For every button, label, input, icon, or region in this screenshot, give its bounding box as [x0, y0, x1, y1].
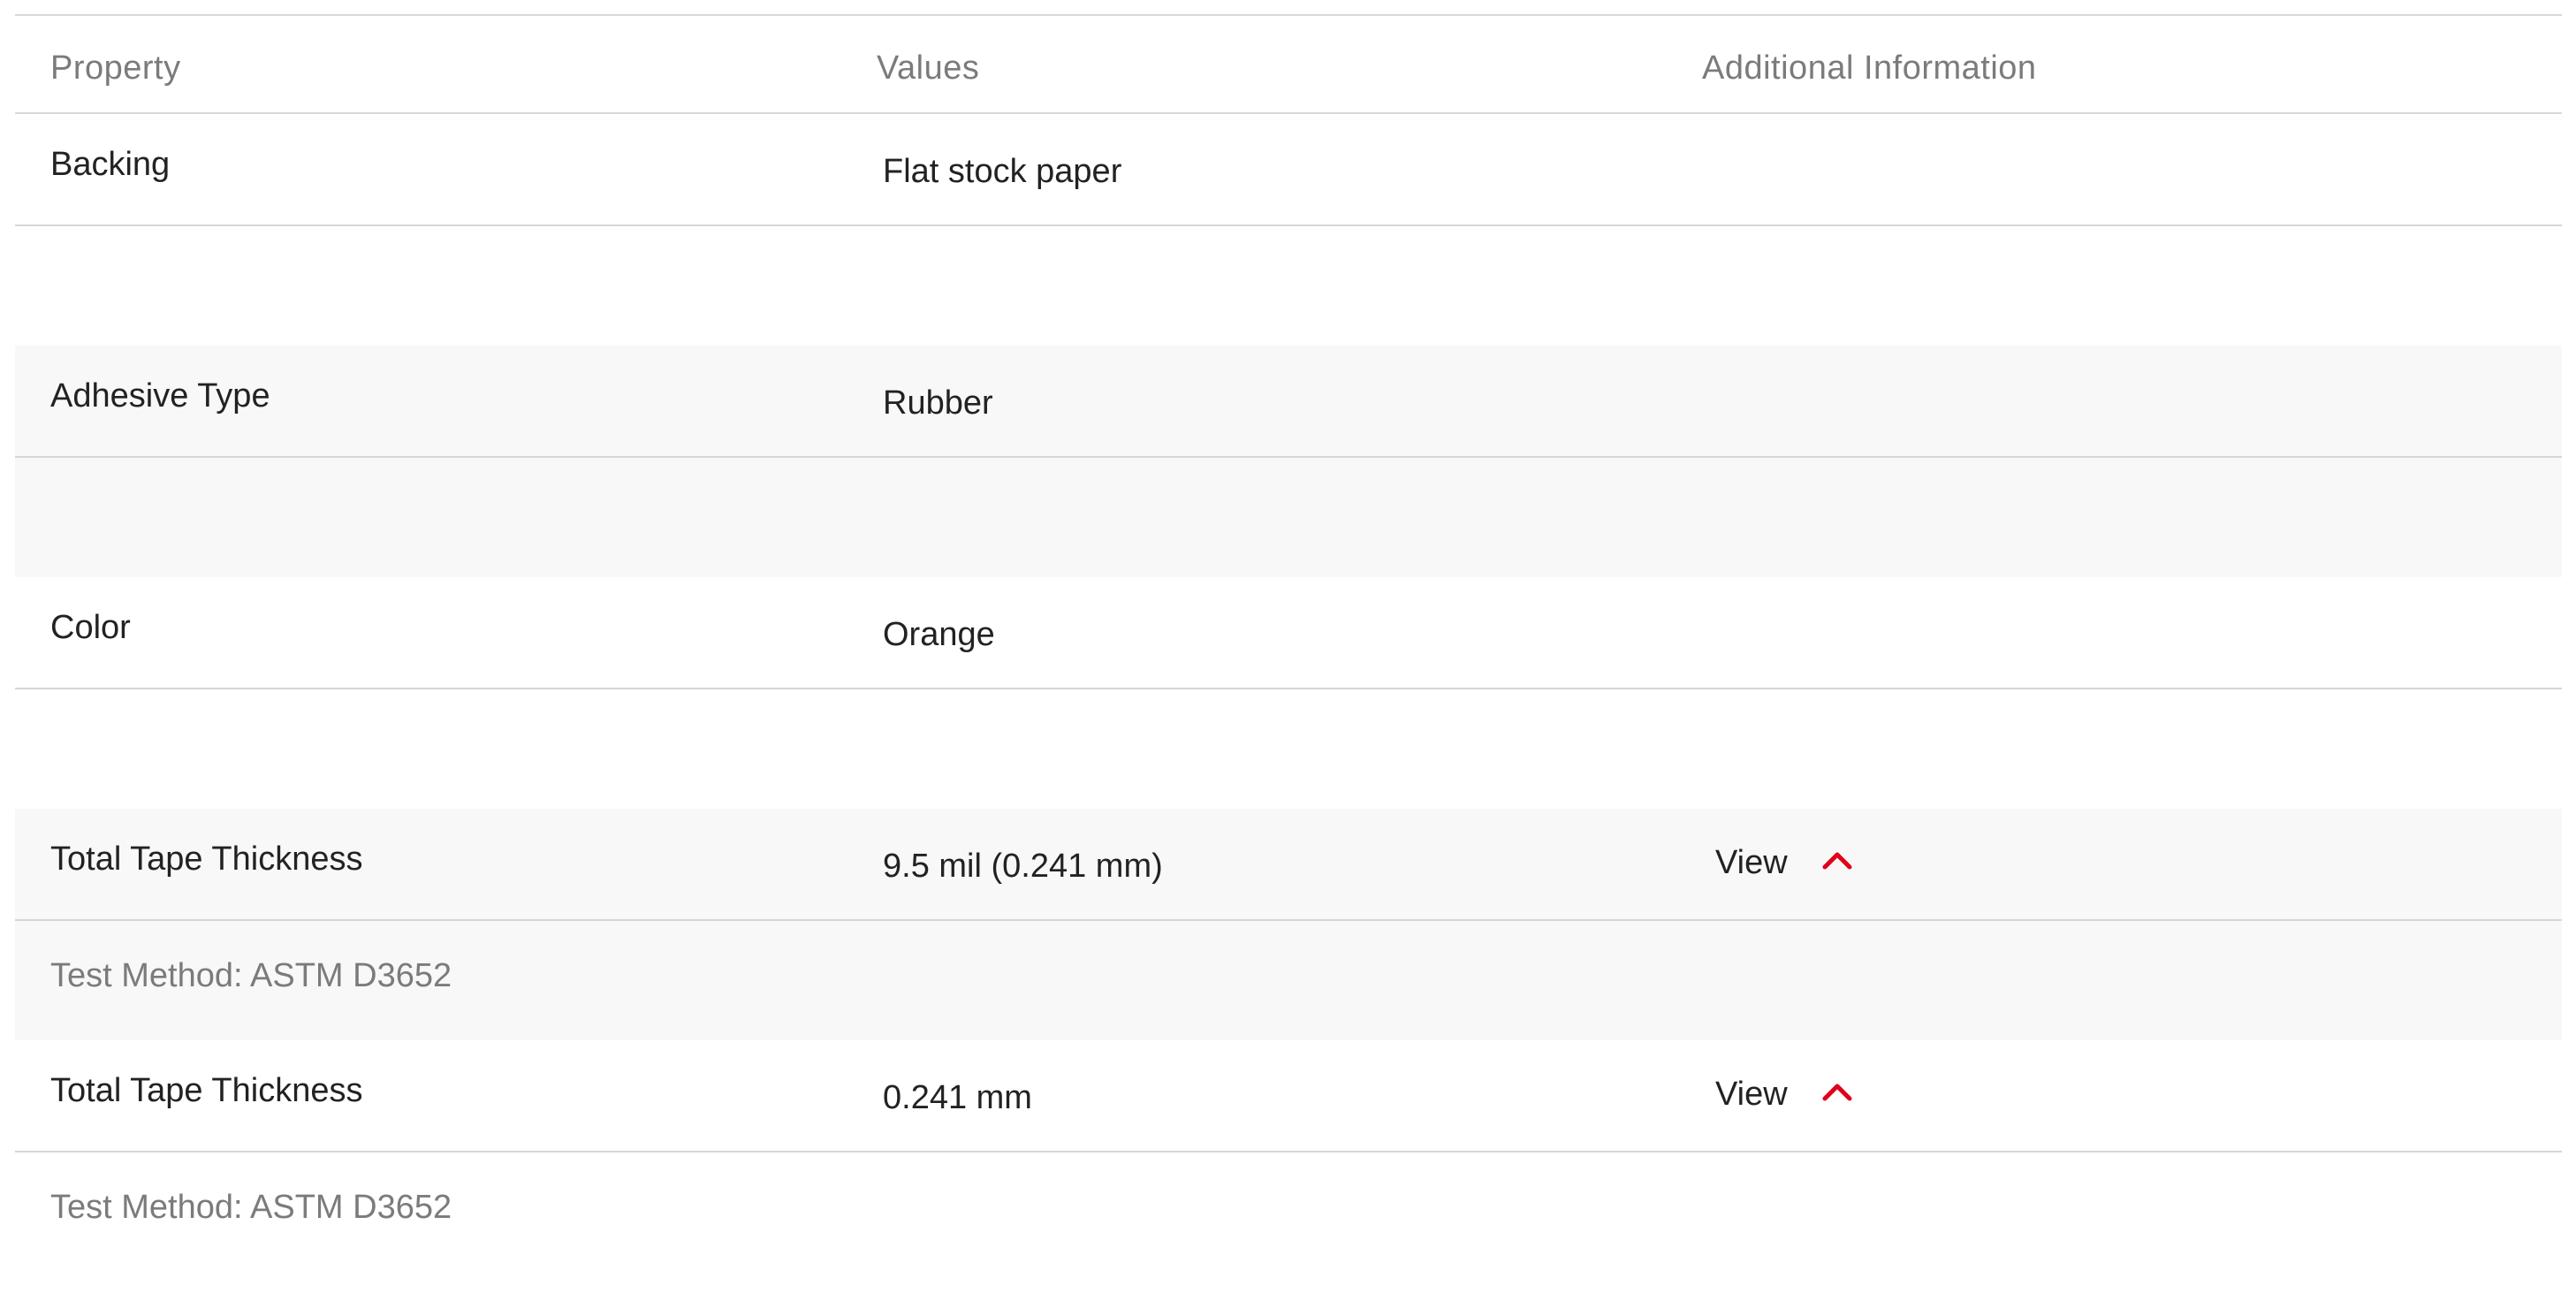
table-row: Total Tape Thickness 0.241 mm View Test …	[15, 1040, 2562, 1272]
property-value: Flat stock paper	[883, 153, 1122, 190]
property-value: Rubber	[883, 384, 993, 422]
product-properties-table: Property Values Additional Information B…	[15, 14, 2562, 1272]
table-row: Color Orange	[15, 577, 2562, 809]
chevron-up-icon[interactable]	[1820, 1077, 1855, 1104]
table-row: Adhesive Type Rubber	[15, 346, 2562, 577]
header-property: Property	[50, 49, 181, 87]
property-value: 9.5 mil (0.241 mm)	[883, 848, 1163, 885]
header-additional-information: Additional Information	[1702, 49, 2037, 87]
property-name: Total Tape Thickness	[50, 841, 363, 878]
view-label: View	[1715, 843, 1788, 881]
chevron-up-icon[interactable]	[1820, 846, 1855, 872]
header-values: Values	[877, 49, 980, 87]
view-toggle-button[interactable]: View	[1715, 841, 1855, 885]
row-main: Backing Flat stock paper	[15, 114, 2562, 226]
property-name: Backing	[50, 146, 171, 183]
row-main: Total Tape Thickness 9.5 mil (0.241 mm) …	[15, 809, 2562, 921]
property-name: Total Tape Thickness	[50, 1072, 363, 1109]
table-header: Property Values Additional Information	[15, 14, 2562, 114]
test-method-detail: Test Method: ASTM D3652	[50, 1189, 452, 1226]
test-method-detail: Test Method: ASTM D3652	[50, 957, 452, 994]
property-name: Color	[50, 609, 131, 646]
row-main: Total Tape Thickness 0.241 mm View	[15, 1040, 2562, 1152]
property-value: 0.241 mm	[883, 1079, 1032, 1116]
table-row: Backing Flat stock paper	[15, 114, 2562, 346]
property-name: Adhesive Type	[50, 377, 270, 415]
view-toggle-button[interactable]: View	[1715, 1072, 1855, 1116]
row-main: Adhesive Type Rubber	[15, 346, 2562, 458]
property-value: Orange	[883, 616, 995, 653]
table-row: Total Tape Thickness 9.5 mil (0.241 mm) …	[15, 809, 2562, 1040]
row-main: Color Orange	[15, 577, 2562, 689]
view-label: View	[1715, 1075, 1788, 1113]
